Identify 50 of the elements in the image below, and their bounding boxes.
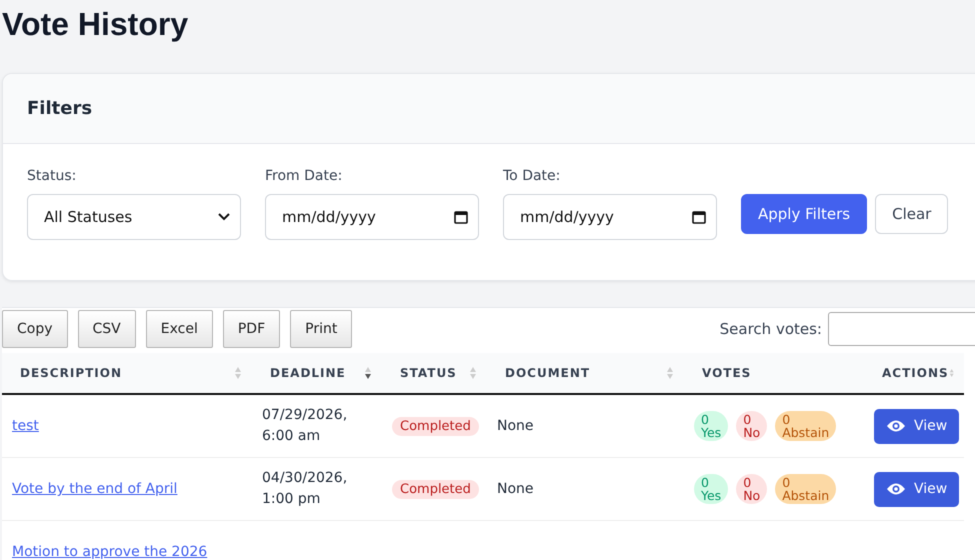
vote-count-badge: 0 No xyxy=(736,410,768,442)
sort-icon xyxy=(364,366,372,380)
description-link[interactable]: test xyxy=(12,418,39,434)
sort-icon xyxy=(234,366,242,380)
eye-icon xyxy=(886,419,906,433)
status-badge: Completed xyxy=(392,416,479,436)
vote-count-badge: 0 Abstain xyxy=(775,474,836,504)
export-button[interactable]: Excel xyxy=(146,310,213,348)
sort-icon xyxy=(469,366,477,380)
column-header[interactable]: DESCRIPTION xyxy=(2,353,252,395)
column-header[interactable]: DEADLINE xyxy=(252,353,382,395)
deadline-text: 04/30/2026, 1:00 pm xyxy=(262,469,348,509)
field-label: From Date: xyxy=(265,168,344,184)
description-link[interactable]: Vote by the end of April xyxy=(12,481,178,497)
deadline-text: 07/29/2026, 6:00 am xyxy=(262,406,348,446)
calendar-icon xyxy=(692,210,706,224)
column-header[interactable]: DOCUMENT xyxy=(487,353,684,395)
status-select[interactable]: All Statuses xyxy=(27,194,241,240)
status-badge: Completed xyxy=(392,480,479,498)
field-label: Status: xyxy=(27,168,78,184)
description-link[interactable]: Motion to approve the 2026 xyxy=(12,544,208,560)
export-button[interactable]: PDF xyxy=(222,310,280,348)
calendar-icon xyxy=(454,210,468,224)
column-header[interactable]: STATUS xyxy=(382,353,487,395)
sort-icon xyxy=(948,366,954,380)
view-button[interactable]: View xyxy=(874,472,960,506)
view-button[interactable]: View xyxy=(874,408,960,444)
filters-heading: Filters xyxy=(27,98,94,119)
column-header[interactable]: VOTES xyxy=(684,353,864,395)
chevron-icon xyxy=(218,213,230,221)
apply-filters-button[interactable]: Apply Filters xyxy=(741,194,868,234)
date-field[interactable]: mm/dd/yyyy xyxy=(503,194,717,240)
vote-count-badge: 0 No xyxy=(736,474,768,504)
date-field[interactable]: mm/dd/yyyy xyxy=(265,194,479,240)
column-header[interactable]: ACTIONS xyxy=(864,353,964,395)
search-label: Search votes: xyxy=(720,320,822,338)
vote-count-badge: 0 Yes xyxy=(694,474,728,504)
field-label: To Date: xyxy=(503,168,562,184)
export-button[interactable]: Print xyxy=(290,310,352,348)
vote-count-badge: 0 Yes xyxy=(694,410,728,442)
sort-icon xyxy=(666,366,674,380)
page-title: Vote History xyxy=(2,6,190,43)
eye-icon xyxy=(886,482,906,496)
document-text: None xyxy=(497,418,534,434)
export-button[interactable]: Copy xyxy=(2,310,68,348)
search-field[interactable] xyxy=(828,312,975,346)
export-button[interactable]: CSV xyxy=(78,310,136,348)
document-text: None xyxy=(497,481,534,497)
vote-count-badge: 0 Abstain xyxy=(775,410,836,442)
clear-button[interactable]: Clear xyxy=(875,194,948,234)
